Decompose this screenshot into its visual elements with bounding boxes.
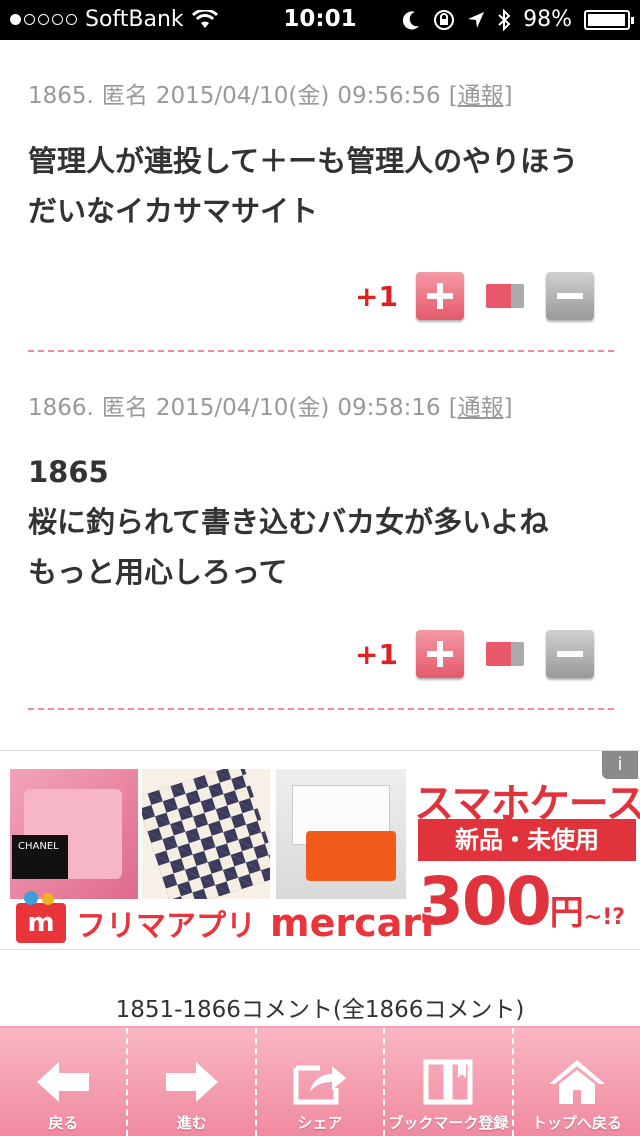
- comment-meta: 1866. 匿名 2015/04/10(金) 09:58:16 [通報]: [28, 388, 513, 422]
- plus-vote-button[interactable]: [416, 630, 464, 678]
- mercari-box-icon: m: [16, 891, 66, 943]
- comment-divider: [28, 708, 614, 710]
- bookmark-book-icon: [423, 1059, 473, 1105]
- bluetooth-icon: [498, 8, 511, 31]
- ad-card-label: CHANEL: [12, 835, 68, 879]
- comment-author: 匿名: [101, 83, 148, 109]
- ad-price-tail: ~!?: [583, 905, 626, 930]
- signal-strength-icon: [10, 14, 77, 25]
- comment-number: 1865.: [28, 83, 94, 109]
- status-left: SoftBank: [10, 7, 218, 32]
- comment-date: 2015/04/10(金): [155, 83, 330, 109]
- nav-label: 進む: [176, 1114, 207, 1132]
- nav-bookmark[interactable]: ブックマーク登録: [385, 1028, 514, 1136]
- location-arrow-icon: [468, 11, 485, 28]
- battery-percent: 98%: [523, 7, 572, 32]
- comment-author: 匿名: [101, 395, 148, 421]
- vote-ratio-bar: [486, 284, 524, 308]
- ad-price-unit: 円: [549, 893, 584, 933]
- minus-vote-button[interactable]: [546, 272, 594, 320]
- ad-image-checkered-case: [142, 769, 270, 899]
- ad-banner[interactable]: i CHANEL スマホケース 新品・未使用 300円~!? m フリマアプリ …: [0, 750, 640, 950]
- report-link[interactable]: [通報]: [449, 83, 513, 109]
- rotation-lock-icon: [434, 9, 455, 30]
- wifi-icon: [191, 9, 218, 28]
- plus-vote-button[interactable]: [416, 272, 464, 320]
- mercari-logo: m フリマアプリ mercari: [16, 891, 435, 945]
- nav-forward[interactable]: 進む: [128, 1028, 257, 1136]
- comment-body: 管理人が連投して＋ーも管理人のやりほう だいなイカサマサイト: [28, 144, 579, 228]
- home-icon: [548, 1060, 605, 1104]
- ad-price: 300円~!?: [418, 863, 625, 940]
- ad-image-pink-wallet: CHANEL: [10, 769, 138, 899]
- nav-label: 戻る: [48, 1114, 79, 1132]
- comment-range: 1851-1866コメント(全1866コメント): [115, 997, 525, 1023]
- ad-condition-tag: 新品・未使用: [418, 819, 636, 861]
- minus-vote-button[interactable]: [546, 630, 594, 678]
- vote-controls: +1: [355, 272, 594, 320]
- carrier-name: SoftBank: [85, 7, 184, 32]
- nav-back[interactable]: 戻る: [0, 1028, 129, 1136]
- status-right: 98%: [403, 7, 634, 32]
- vote-controls: +1: [355, 630, 594, 678]
- nav-label: シェア: [297, 1114, 343, 1132]
- share-icon: [293, 1065, 347, 1105]
- ad-price-number: 300: [418, 863, 552, 940]
- nav-top[interactable]: トップへ戻る: [514, 1028, 640, 1136]
- ad-image-orange-wallet: [276, 769, 406, 899]
- nav-label: ブックマーク登録: [388, 1114, 509, 1132]
- comment-meta: 1865. 匿名 2015/04/10(金) 09:56:56 [通報]: [28, 76, 513, 110]
- vote-score: +1: [355, 279, 398, 313]
- back-arrow-icon: [37, 1062, 90, 1102]
- comment-body: 1865 桜に釣られて書き込むバカ女が多いよね もっと用心しろって: [28, 455, 549, 589]
- status-bar: SoftBank 10:01 98%: [0, 0, 640, 40]
- comment-number: 1866.: [28, 395, 94, 421]
- vote-ratio-bar: [486, 642, 524, 666]
- comment-divider: [28, 350, 614, 352]
- battery-icon: [584, 9, 634, 30]
- logo-text-jp: フリマアプリ: [76, 909, 256, 944]
- report-link[interactable]: [通報]: [449, 395, 513, 421]
- moon-icon: [403, 10, 420, 29]
- nav-share[interactable]: シェア: [257, 1028, 386, 1136]
- vote-score: +1: [355, 637, 398, 671]
- comment-time: 09:58:16: [337, 395, 441, 421]
- nav-label: トップへ戻る: [531, 1114, 622, 1132]
- forward-arrow-icon: [165, 1062, 218, 1102]
- comment-date: 2015/04/10(金): [155, 395, 330, 421]
- logo-text-en: mercari: [270, 901, 435, 945]
- bottom-nav: 戻る 進む シェア ブックマーク登録 トップへ戻る: [0, 1026, 640, 1136]
- comment-time: 09:56:56: [337, 83, 441, 109]
